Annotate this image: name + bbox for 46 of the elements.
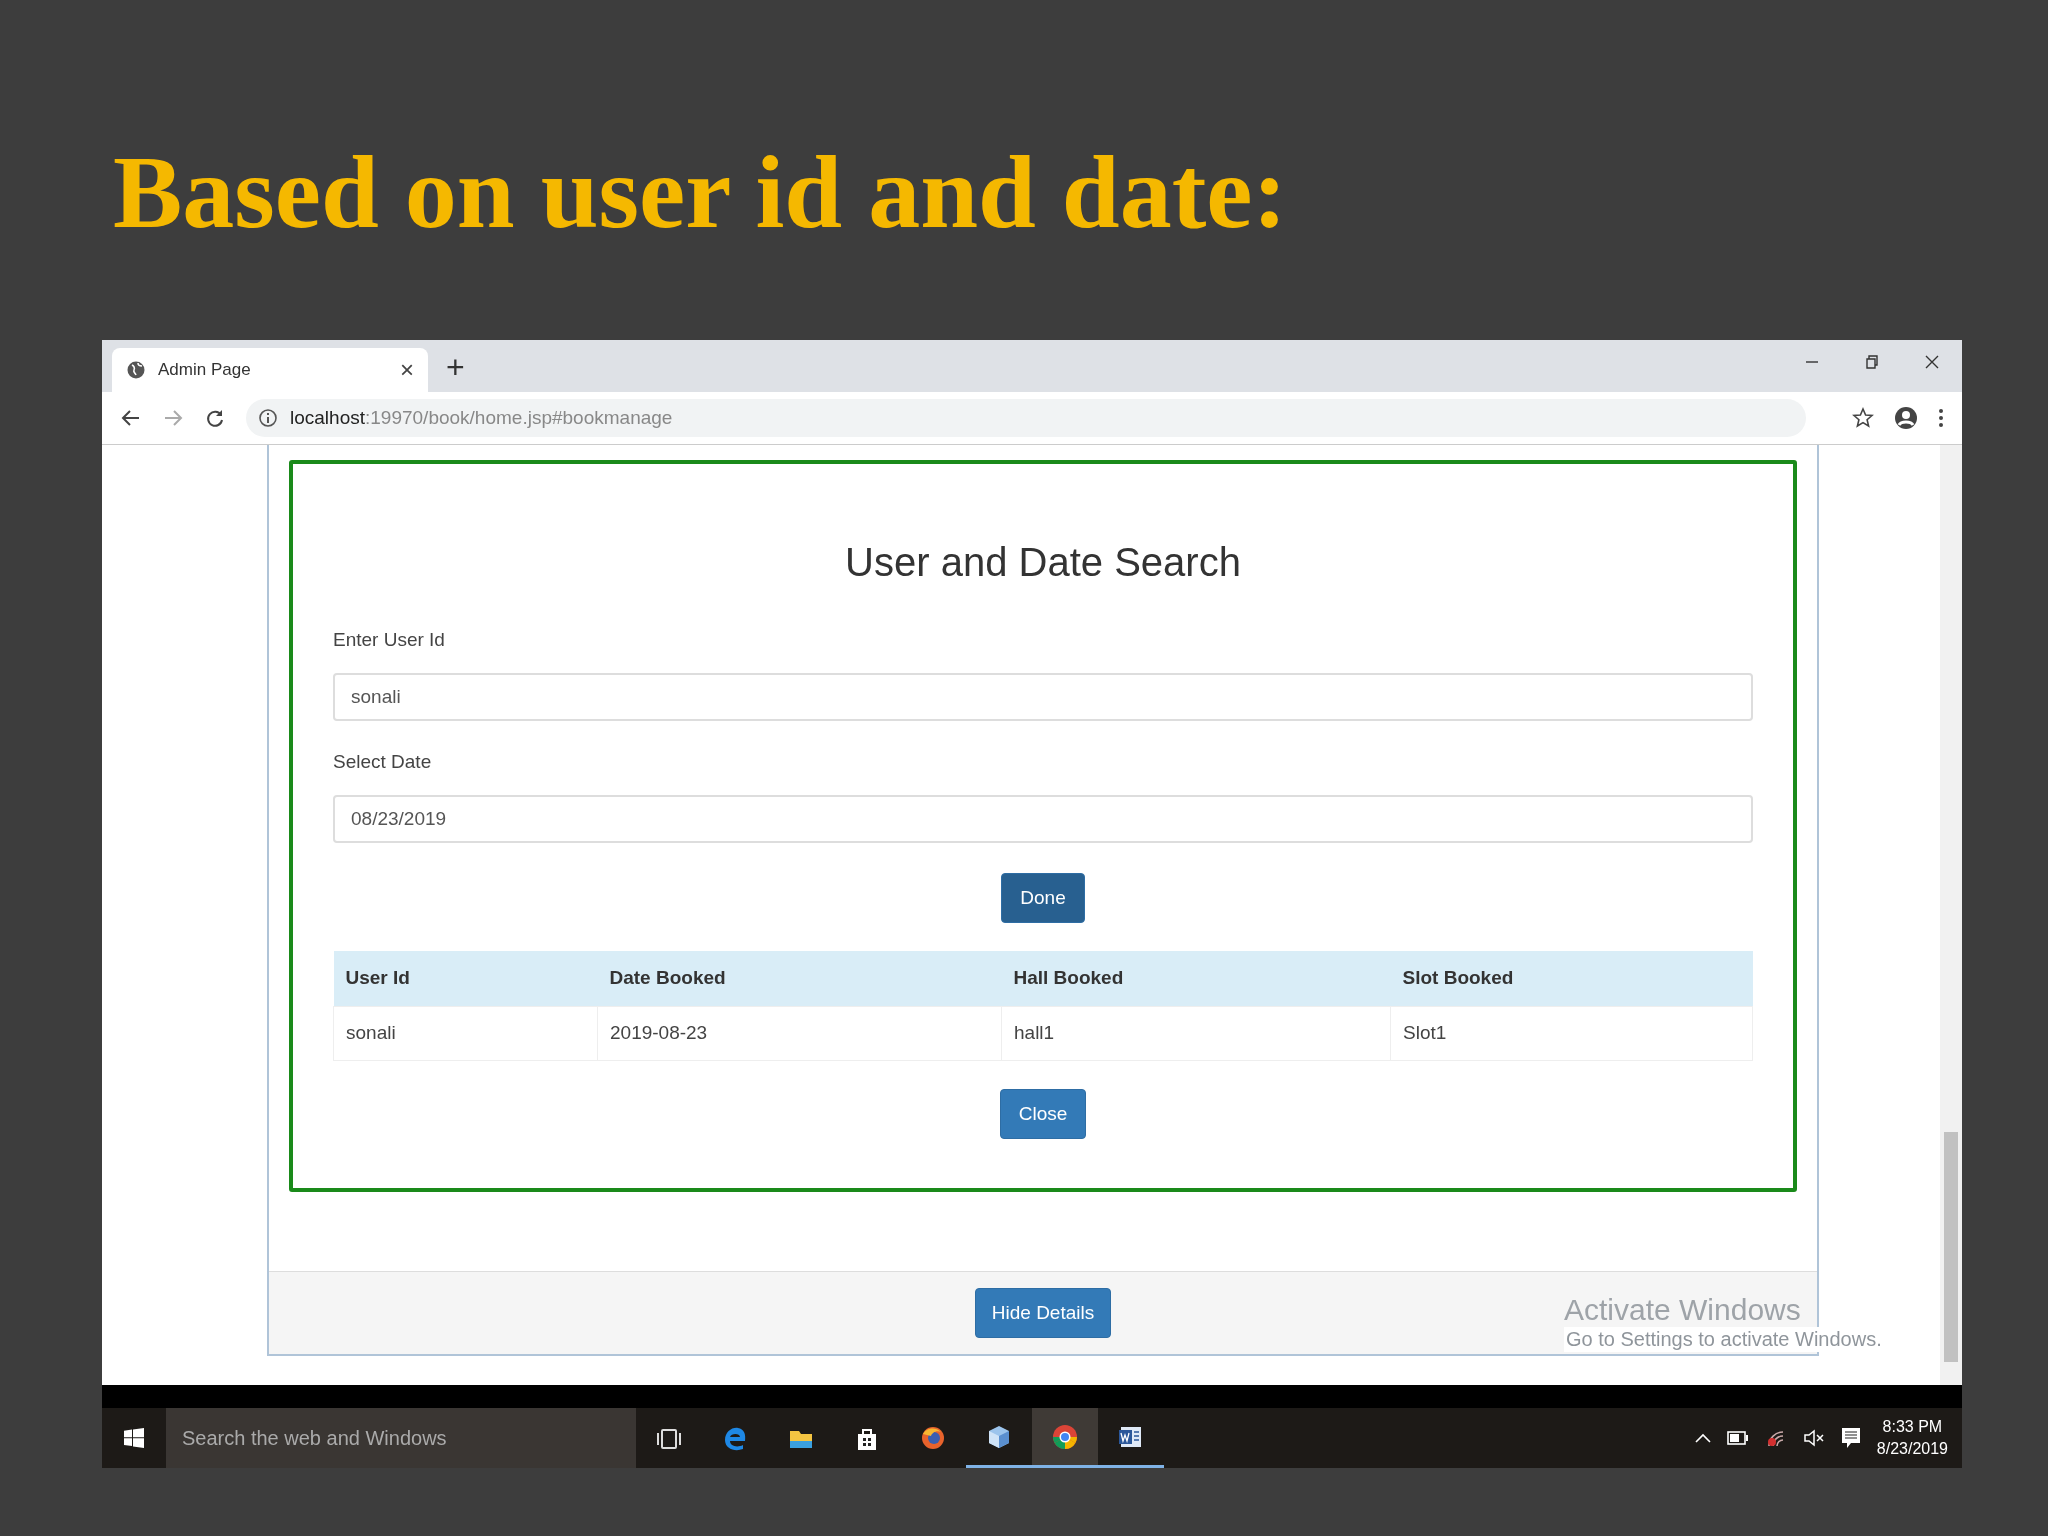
- table-cell: sonali: [333, 1006, 598, 1060]
- hide-details-button[interactable]: Hide Details: [974, 1288, 1112, 1338]
- clock-date: 8/23/2019: [1876, 1439, 1948, 1459]
- battery-icon[interactable]: [1726, 1431, 1749, 1445]
- chevron-up-icon[interactable]: [1694, 1433, 1711, 1443]
- table-cell: Slot1: [1390, 1006, 1753, 1060]
- scrollbar[interactable]: [1940, 445, 1962, 1385]
- clock-time: 8:33 PM: [1881, 1417, 1944, 1437]
- circle-browser-icon: [1051, 1422, 1079, 1451]
- slide-title: Based on user id and date:: [113, 133, 1289, 251]
- search-field[interactable]: Search the web and Windows: [166, 1408, 636, 1468]
- column-header: Hall Booked: [1001, 951, 1391, 1006]
- form-heading: User and Date Search: [844, 540, 1242, 585]
- done-button[interactable]: Done: [1001, 873, 1085, 923]
- star-icon[interactable]: [1852, 407, 1874, 429]
- column-header: User Id: [333, 951, 598, 1006]
- windows-logo-icon[interactable]: [124, 1428, 144, 1448]
- field-label: Enter User Id: [333, 629, 446, 651]
- search-placeholder: Search the web and Windows: [182, 1426, 447, 1450]
- table-cell: 2019-08-23: [597, 1006, 1002, 1060]
- tab-close-button[interactable]: ×: [400, 356, 414, 384]
- account-icon[interactable]: [1894, 406, 1918, 430]
- new-tab-button[interactable]: +: [446, 349, 465, 386]
- scrollbar-thumb[interactable]: [1944, 1132, 1958, 1362]
- input-field[interactable]: sonali: [333, 673, 1753, 721]
- table-cell: hall1: [1001, 1006, 1391, 1060]
- url-text: localhost:19970/book/home.jsp#bookmanage: [290, 407, 673, 429]
- taskbar-app-button[interactable]: [1032, 1408, 1098, 1468]
- close-button[interactable]: Close: [999, 1088, 1087, 1139]
- input-field[interactable]: 08/23/2019: [333, 795, 1753, 843]
- info-icon: [258, 408, 278, 428]
- browser-tab[interactable]: Admin Page ×: [112, 348, 428, 392]
- column-header: Date Booked: [597, 951, 1002, 1006]
- menu-icon[interactable]: [1938, 407, 1944, 429]
- address-field[interactable]: localhost:19970/book/home.jsp#bookmanage: [246, 399, 1806, 437]
- field-label: Select Date: [333, 751, 433, 773]
- restore-icon[interactable]: [1864, 354, 1880, 370]
- globe-icon: [126, 360, 146, 380]
- activation-title: Activate Windows: [1564, 1293, 1802, 1327]
- close-icon[interactable]: [1924, 354, 1940, 370]
- fox-globe-icon: [919, 1424, 947, 1452]
- tab-title: Admin Page: [158, 360, 252, 380]
- clock[interactable]: 8:33 PM 8/23/2019: [1876, 1416, 1948, 1460]
- column-header: Slot Booked: [1390, 951, 1753, 1006]
- notification-icon[interactable]: [1840, 1427, 1861, 1449]
- muted-speaker-icon[interactable]: [1802, 1428, 1825, 1448]
